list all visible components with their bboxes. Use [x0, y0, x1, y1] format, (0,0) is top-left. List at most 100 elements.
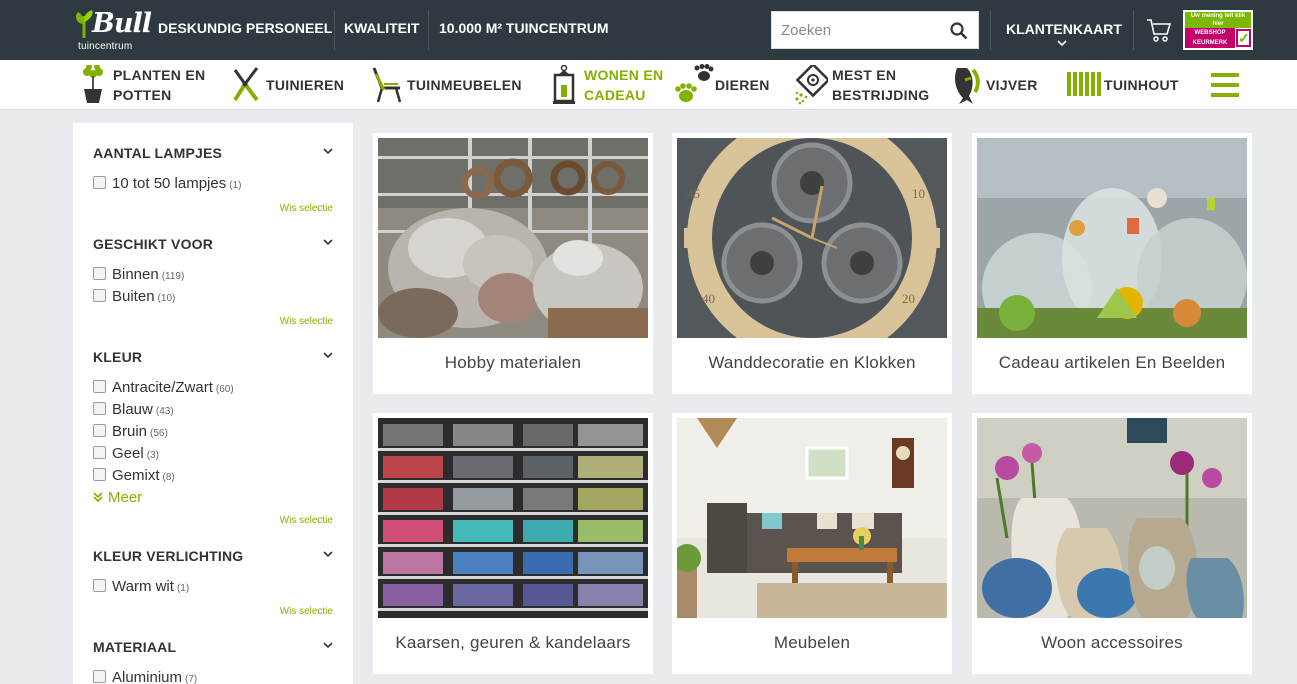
option-label: Aluminium — [112, 669, 183, 684]
option-count: (119) — [161, 271, 185, 282]
checkbox[interactable] — [93, 424, 106, 437]
card-image — [378, 138, 648, 338]
card-title: Wanddecoratie en Klokken — [708, 353, 916, 372]
nav-planten-en-potten[interactable]: PLANTEN EN POTTEN — [80, 60, 210, 110]
nav-dieren[interactable]: DIEREN — [674, 60, 774, 110]
filter-option[interactable]: Blauw (43) — [93, 401, 174, 421]
checkbox[interactable] — [93, 289, 106, 302]
webshop-keurmerk-badge[interactable]: Uw mening telt klik hier WEBSHOP KEURMER… — [1183, 10, 1253, 50]
clear-selection-link[interactable]: Wis selectie — [280, 515, 333, 526]
chevron-down-icon[interactable] — [323, 239, 333, 246]
category-card-woon-accessoires[interactable]: Woon accessoires — [972, 413, 1252, 674]
show-more-link[interactable]: Meer — [93, 489, 142, 506]
checkbox[interactable] — [93, 446, 106, 459]
garden-chair-icon — [372, 67, 402, 103]
logo[interactable]: Bull tuincentrum — [72, 8, 152, 54]
chevron-down-icon[interactable] — [323, 352, 333, 359]
filter-option[interactable]: Binnen (119) — [93, 266, 184, 286]
filter-option[interactable]: Warm wit (1) — [93, 578, 189, 598]
usp-staff: DESKUNDIG PERSONEEL — [158, 20, 333, 36]
filter-title[interactable]: AANTAL LAMPJES — [93, 145, 222, 161]
filter-title[interactable]: KLEUR — [93, 349, 142, 365]
pruning-shears-icon — [233, 67, 259, 102]
filter-title[interactable]: MATERIAAL — [93, 639, 176, 655]
category-card-cadeau[interactable]: Cadeau artikelen En Beelden — [972, 133, 1252, 394]
search-icon[interactable] — [950, 22, 968, 40]
svg-text:10: 10 — [912, 186, 925, 201]
filter-title[interactable]: KLEUR VERLICHTING — [93, 548, 243, 564]
card-title: Cadeau artikelen En Beelden — [998, 353, 1226, 372]
checkbox[interactable] — [93, 267, 106, 280]
menu-icon[interactable] — [1211, 73, 1239, 97]
checkbox[interactable] — [93, 402, 106, 415]
clear-selection-link[interactable]: Wis selectie — [280, 606, 333, 617]
option-label: 10 tot 50 lampjes — [112, 175, 227, 192]
clear-selection-link[interactable]: Wis selectie — [280, 316, 333, 327]
cart-icon[interactable] — [1146, 17, 1172, 43]
nav-label: POTTEN — [113, 87, 172, 103]
category-card-meubelen[interactable]: Meubelen — [672, 413, 952, 674]
option-label: Binnen — [112, 266, 159, 283]
checkbox[interactable] — [93, 670, 106, 683]
search-input[interactable] — [772, 12, 942, 48]
card-image: 45 10 40 20 — [677, 138, 947, 338]
option-count: (10) — [157, 293, 176, 304]
chevron-down-icon[interactable] — [323, 642, 333, 649]
filter-option[interactable]: Buiten (10) — [93, 288, 175, 308]
nav-wonen-en-cadeau[interactable]: WONEN EN CADEAU — [551, 60, 671, 110]
chevron-down-icon[interactable] — [323, 148, 333, 155]
checkbox[interactable] — [93, 468, 106, 481]
filter-option[interactable]: Geel (3) — [93, 445, 159, 465]
nav-tuinmeubelen[interactable]: TUINMEUBELEN — [372, 60, 522, 110]
nav-label: TUINMEUBELEN — [407, 77, 522, 93]
option-label: Antracite/Zwart — [112, 379, 213, 396]
option-count: (1) — [176, 583, 190, 594]
top-bar: Bull tuincentrum DESKUNDIG PERSONEEL KWA… — [0, 0, 1297, 60]
klantenkaart-menu[interactable]: KLANTENKAART — [1006, 21, 1122, 37]
checkbox[interactable] — [93, 380, 106, 393]
divider — [1133, 10, 1134, 50]
option-label: Buiten — [112, 288, 155, 305]
nav-label: CADEAU — [584, 87, 646, 103]
option-count: (60) — [215, 384, 234, 395]
filter-option[interactable]: Gemixt (8) — [93, 467, 175, 487]
nav-vijver[interactable]: VIJVER — [951, 60, 1041, 110]
category-card-hobby[interactable]: Hobby materialen — [373, 133, 653, 394]
checkbox[interactable] — [93, 579, 106, 592]
option-count: (56) — [150, 428, 168, 439]
checkbox[interactable] — [93, 176, 106, 189]
paw-icon — [675, 64, 714, 102]
nav-tuinhout[interactable]: TUINHOUT — [1067, 60, 1187, 110]
filter-option[interactable]: Aluminium (7) — [93, 669, 197, 684]
card-image — [677, 418, 947, 618]
option-count: (3) — [146, 450, 159, 461]
filter-title[interactable]: GESCHIKT VOOR — [93, 236, 213, 252]
filter-option[interactable]: Antracite/Zwart (60) — [93, 379, 234, 399]
nav-label: TUINIEREN — [266, 77, 345, 93]
category-card-wanddecoratie[interactable]: 45 10 40 20 Wanddecoratie en Klokken — [672, 133, 952, 394]
nav-label: PLANTEN EN — [113, 67, 206, 83]
nav-label: VIJVER — [986, 77, 1038, 93]
clear-selection-link[interactable]: Wis selectie — [280, 203, 333, 214]
divider — [334, 10, 335, 50]
chevron-down-icon — [1057, 40, 1067, 47]
nav-mest-en-bestrijding[interactable]: MEST EN BESTRIJDING — [794, 60, 934, 110]
category-card-kaarsen[interactable]: Kaarsen, geuren & kandelaars — [373, 413, 653, 674]
nav-label: DIEREN — [715, 77, 770, 93]
filter-option[interactable]: Bruin (56) — [93, 423, 168, 443]
option-count: (7) — [185, 674, 198, 684]
nav-tuinieren[interactable]: TUINIEREN — [229, 60, 349, 110]
card-image — [977, 138, 1247, 338]
koi-fish-icon — [955, 68, 980, 104]
logo-subtitle: tuincentrum — [78, 41, 133, 52]
filter-option[interactable]: 10 tot 50 lampjes (1) — [93, 175, 241, 195]
option-count: (43) — [155, 406, 174, 417]
card-title: Woon accessoires — [1041, 633, 1183, 652]
divider — [428, 10, 429, 50]
option-label: Bruin — [112, 423, 148, 440]
lantern-icon — [553, 65, 575, 104]
plant-pot-icon — [83, 65, 103, 103]
nav-label: WONEN EN — [584, 67, 664, 83]
chevron-down-icon[interactable] — [323, 551, 333, 558]
show-more-label: Meer — [108, 489, 143, 506]
